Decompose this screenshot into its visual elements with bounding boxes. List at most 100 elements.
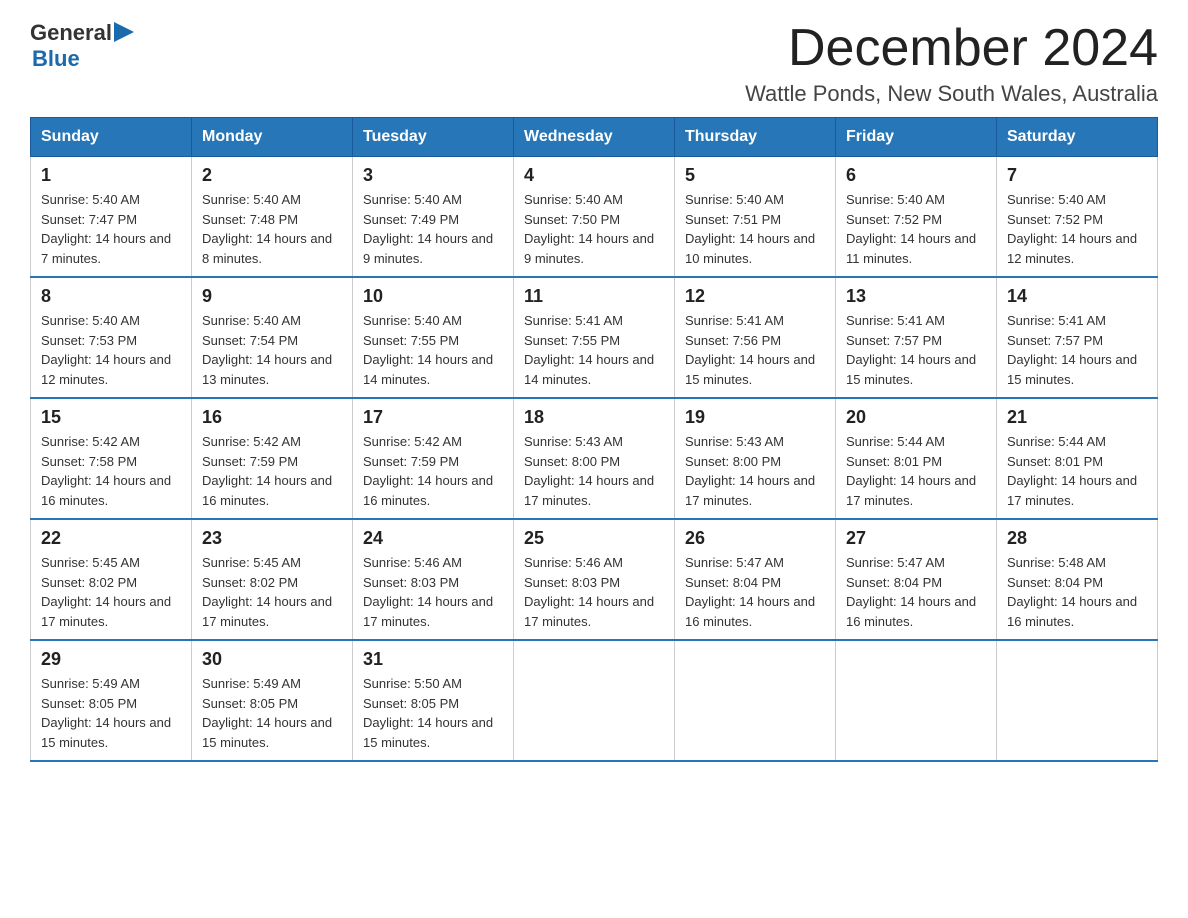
day-info: Sunrise: 5:46 AMSunset: 8:03 PMDaylight:… xyxy=(363,553,503,631)
calendar-cell xyxy=(514,640,675,761)
day-number: 20 xyxy=(846,407,986,428)
day-info: Sunrise: 5:43 AMSunset: 8:00 PMDaylight:… xyxy=(524,432,664,510)
day-info: Sunrise: 5:42 AMSunset: 7:59 PMDaylight:… xyxy=(363,432,503,510)
day-info: Sunrise: 5:40 AMSunset: 7:49 PMDaylight:… xyxy=(363,190,503,268)
day-of-week-header: Thursday xyxy=(675,118,836,157)
calendar-cell: 29 Sunrise: 5:49 AMSunset: 8:05 PMDayligh… xyxy=(31,640,192,761)
day-info: Sunrise: 5:50 AMSunset: 8:05 PMDaylight:… xyxy=(363,674,503,752)
calendar-cell: 5Sunrise: 5:40 AMSunset: 7:51 PMDaylight… xyxy=(675,157,836,278)
calendar-cell: 31 Sunrise: 5:50 AMSunset: 8:05 PMDayligh… xyxy=(353,640,514,761)
calendar-cell: 18 Sunrise: 5:43 AMSunset: 8:00 PMDayligh… xyxy=(514,398,675,519)
day-info: Sunrise: 5:48 AMSunset: 8:04 PMDaylight:… xyxy=(1007,553,1147,631)
calendar-header-row: SundayMondayTuesdayWednesdayThursdayFrid… xyxy=(31,118,1158,157)
calendar-cell: 26Sunrise: 5:47 AMSunset: 8:04 PMDayligh… xyxy=(675,519,836,640)
day-of-week-header: Monday xyxy=(192,118,353,157)
calendar-table: SundayMondayTuesdayWednesdayThursdayFrid… xyxy=(30,117,1158,762)
calendar-cell: 12 Sunrise: 5:41 AMSunset: 7:56 PMDayligh… xyxy=(675,277,836,398)
day-number: 30 xyxy=(202,649,342,670)
day-number: 19 xyxy=(685,407,825,428)
day-info: Sunrise: 5:44 AMSunset: 8:01 PMDaylight:… xyxy=(846,432,986,510)
day-info: Sunrise: 5:46 AMSunset: 8:03 PMDaylight:… xyxy=(524,553,664,631)
day-info: Sunrise: 5:40 AMSunset: 7:47 PMDaylight:… xyxy=(41,190,181,268)
day-of-week-header: Saturday xyxy=(997,118,1158,157)
day-info: Sunrise: 5:49 AMSunset: 8:05 PMDaylight:… xyxy=(202,674,342,752)
day-number: 29 xyxy=(41,649,181,670)
calendar-cell xyxy=(997,640,1158,761)
day-number: 31 xyxy=(363,649,503,670)
day-number: 17 xyxy=(363,407,503,428)
day-info: Sunrise: 5:49 AMSunset: 8:05 PMDaylight:… xyxy=(41,674,181,752)
day-info: Sunrise: 5:40 AMSunset: 7:55 PMDaylight:… xyxy=(363,311,503,389)
day-number: 4 xyxy=(524,165,664,186)
day-number: 18 xyxy=(524,407,664,428)
day-info: Sunrise: 5:45 AMSunset: 8:02 PMDaylight:… xyxy=(41,553,181,631)
day-number: 6 xyxy=(846,165,986,186)
day-number: 14 xyxy=(1007,286,1147,307)
day-number: 12 xyxy=(685,286,825,307)
day-number: 13 xyxy=(846,286,986,307)
calendar-cell xyxy=(836,640,997,761)
calendar-cell: 20 Sunrise: 5:44 AMSunset: 8:01 PMDayligh… xyxy=(836,398,997,519)
calendar-week-row: 22 Sunrise: 5:45 AMSunset: 8:02 PMDayligh… xyxy=(31,519,1158,640)
month-title: December 2024 xyxy=(745,20,1158,77)
calendar-cell: 22 Sunrise: 5:45 AMSunset: 8:02 PMDayligh… xyxy=(31,519,192,640)
day-info: Sunrise: 5:40 AMSunset: 7:53 PMDaylight:… xyxy=(41,311,181,389)
calendar-cell: 21 Sunrise: 5:44 AMSunset: 8:01 PMDayligh… xyxy=(997,398,1158,519)
day-number: 15 xyxy=(41,407,181,428)
day-number: 25 xyxy=(524,528,664,549)
calendar-cell: 15 Sunrise: 5:42 AMSunset: 7:58 PMDayligh… xyxy=(31,398,192,519)
logo-blue-text: Blue xyxy=(32,46,134,72)
calendar-cell: 19 Sunrise: 5:43 AMSunset: 8:00 PMDayligh… xyxy=(675,398,836,519)
day-info: Sunrise: 5:41 AMSunset: 7:56 PMDaylight:… xyxy=(685,311,825,389)
location-title: Wattle Ponds, New South Wales, Australia xyxy=(745,81,1158,107)
logo: General Blue xyxy=(30,20,134,72)
calendar-cell: 27 Sunrise: 5:47 AMSunset: 8:04 PMDayligh… xyxy=(836,519,997,640)
day-of-week-header: Wednesday xyxy=(514,118,675,157)
day-number: 21 xyxy=(1007,407,1147,428)
day-number: 8 xyxy=(41,286,181,307)
day-info: Sunrise: 5:47 AMSunset: 8:04 PMDaylight:… xyxy=(685,553,825,631)
calendar-cell: 25 Sunrise: 5:46 AMSunset: 8:03 PMDayligh… xyxy=(514,519,675,640)
day-number: 2 xyxy=(202,165,342,186)
calendar-week-row: 1 Sunrise: 5:40 AMSunset: 7:47 PMDaylight… xyxy=(31,157,1158,278)
title-block: December 2024 Wattle Ponds, New South Wa… xyxy=(745,20,1158,107)
calendar-cell: 10 Sunrise: 5:40 AMSunset: 7:55 PMDayligh… xyxy=(353,277,514,398)
logo-general-text: General xyxy=(30,20,112,46)
day-info: Sunrise: 5:40 AMSunset: 7:52 PMDaylight:… xyxy=(1007,190,1147,268)
day-info: Sunrise: 5:40 AMSunset: 7:51 PMDaylight:… xyxy=(685,190,825,268)
day-number: 27 xyxy=(846,528,986,549)
calendar-cell: 2 Sunrise: 5:40 AMSunset: 7:48 PMDaylight… xyxy=(192,157,353,278)
day-info: Sunrise: 5:40 AMSunset: 7:48 PMDaylight:… xyxy=(202,190,342,268)
day-info: Sunrise: 5:41 AMSunset: 7:55 PMDaylight:… xyxy=(524,311,664,389)
day-number: 22 xyxy=(41,528,181,549)
day-number: 23 xyxy=(202,528,342,549)
day-info: Sunrise: 5:40 AMSunset: 7:50 PMDaylight:… xyxy=(524,190,664,268)
calendar-cell: 6 Sunrise: 5:40 AMSunset: 7:52 PMDaylight… xyxy=(836,157,997,278)
day-number: 10 xyxy=(363,286,503,307)
day-of-week-header: Friday xyxy=(836,118,997,157)
day-number: 7 xyxy=(1007,165,1147,186)
calendar-cell: 24 Sunrise: 5:46 AMSunset: 8:03 PMDayligh… xyxy=(353,519,514,640)
calendar-week-row: 15 Sunrise: 5:42 AMSunset: 7:58 PMDayligh… xyxy=(31,398,1158,519)
calendar-cell: 9 Sunrise: 5:40 AMSunset: 7:54 PMDaylight… xyxy=(192,277,353,398)
logo-arrow-icon xyxy=(114,22,134,42)
calendar-cell: 16Sunrise: 5:42 AMSunset: 7:59 PMDayligh… xyxy=(192,398,353,519)
day-number: 24 xyxy=(363,528,503,549)
day-info: Sunrise: 5:40 AMSunset: 7:52 PMDaylight:… xyxy=(846,190,986,268)
day-info: Sunrise: 5:40 AMSunset: 7:54 PMDaylight:… xyxy=(202,311,342,389)
day-info: Sunrise: 5:41 AMSunset: 7:57 PMDaylight:… xyxy=(846,311,986,389)
day-number: 3 xyxy=(363,165,503,186)
calendar-cell: 14Sunrise: 5:41 AMSunset: 7:57 PMDayligh… xyxy=(997,277,1158,398)
calendar-cell: 30 Sunrise: 5:49 AMSunset: 8:05 PMDayligh… xyxy=(192,640,353,761)
calendar-cell: 3 Sunrise: 5:40 AMSunset: 7:49 PMDaylight… xyxy=(353,157,514,278)
day-number: 9 xyxy=(202,286,342,307)
day-number: 11 xyxy=(524,286,664,307)
day-info: Sunrise: 5:42 AMSunset: 7:58 PMDaylight:… xyxy=(41,432,181,510)
day-info: Sunrise: 5:43 AMSunset: 8:00 PMDaylight:… xyxy=(685,432,825,510)
day-number: 28 xyxy=(1007,528,1147,549)
page-header: General Blue December 2024 Wattle Ponds,… xyxy=(30,20,1158,107)
day-number: 1 xyxy=(41,165,181,186)
day-info: Sunrise: 5:44 AMSunset: 8:01 PMDaylight:… xyxy=(1007,432,1147,510)
day-info: Sunrise: 5:47 AMSunset: 8:04 PMDaylight:… xyxy=(846,553,986,631)
calendar-cell: 8 Sunrise: 5:40 AMSunset: 7:53 PMDaylight… xyxy=(31,277,192,398)
